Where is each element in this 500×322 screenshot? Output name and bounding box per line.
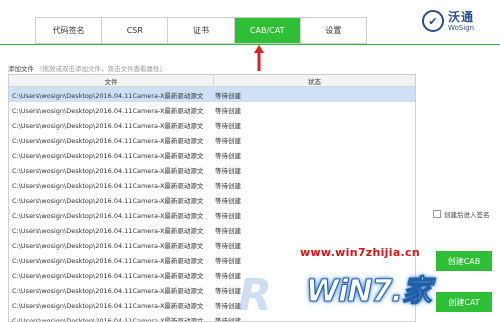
sign-after-create-label: 创建后进入签名 — [444, 211, 490, 219]
status-cell: 等待创建 — [215, 226, 241, 235]
add-file-label: 添加文件 （拖放或双击添加文件，双击文件查看属性） — [8, 63, 166, 73]
status-cell: 等待创建 — [215, 211, 241, 220]
status-cell: 等待创建 — [215, 316, 241, 322]
logo-name-cn: 沃通 — [448, 9, 475, 24]
file-path-cell: C:\Users\wosign\Desktop\2016.04.11Camera… — [12, 286, 204, 295]
wosign-logo: ✔ 沃通 WoSign — [422, 6, 488, 36]
status-cell: 等待创建 — [215, 121, 241, 130]
file-path-cell: C:\Users\wosign\Desktop\2016.04.11Camera… — [12, 136, 204, 145]
table-row[interactable]: C:\Users\wosign\Desktop\2016.04.11Camera… — [9, 87, 415, 102]
tab-code-signing[interactable]: 代码签名 — [36, 18, 103, 43]
sign-after-create-checkbox[interactable] — [433, 210, 441, 218]
red-arrow-annotation-icon — [254, 45, 264, 71]
watermark-win7-logo: WiN7.家 — [296, 258, 446, 310]
logo-text: 沃通 WoSign — [448, 11, 474, 32]
status-cell: 等待创建 — [215, 301, 241, 310]
tab-cab-cat[interactable]: CAB/CAT — [234, 18, 301, 43]
status-cell: 等待创建 — [215, 256, 241, 265]
file-path-cell: C:\Users\wosign\Desktop\2016.04.11Camera… — [12, 91, 204, 100]
file-path-cell: C:\Users\wosign\Desktop\2016.04.11Camera… — [12, 271, 204, 280]
wosign-check-icon: ✔ — [422, 10, 444, 32]
status-cell: 等待创建 — [215, 136, 241, 145]
table-row[interactable]: C:\Users\wosign\Desktop\2016.04.11Camera… — [9, 102, 415, 117]
table-row[interactable]: C:\Users\wosign\Desktop\2016.04.11Camera… — [9, 192, 415, 207]
status-cell: 等待创建 — [215, 286, 241, 295]
table-header: 文件 状态 — [9, 75, 415, 87]
file-path-cell: C:\Users\wosign\Desktop\2016.04.11Camera… — [12, 241, 204, 250]
status-cell: 等待创建 — [215, 241, 241, 250]
file-path-cell: C:\Users\wosign\Desktop\2016.04.11Camera… — [12, 226, 204, 235]
tab-settings[interactable]: 设置 — [301, 18, 366, 43]
add-file-title: 添加文件 — [8, 65, 34, 73]
table-row[interactable]: C:\Users\wosign\Desktop\2016.04.11Camera… — [9, 177, 415, 192]
table-row[interactable]: C:\Users\wosign\Desktop\2016.04.11Camera… — [9, 207, 415, 222]
file-path-cell: C:\Users\wosign\Desktop\2016.04.11Camera… — [12, 151, 204, 160]
tab-bar: 代码签名 CSR 证书 CAB/CAT 设置 — [35, 17, 367, 44]
status-cell: 等待创建 — [215, 166, 241, 175]
table-row[interactable]: C:\Users\wosign\Desktop\2016.04.11Camera… — [9, 117, 415, 132]
table-row[interactable]: C:\Users\wosign\Desktop\2016.04.11Camera… — [9, 132, 415, 147]
file-path-cell: C:\Users\wosign\Desktop\2016.04.11Camera… — [12, 256, 204, 265]
file-path-cell: C:\Users\wosign\Desktop\2016.04.11Camera… — [12, 181, 204, 190]
watermark-logo-text: WiN7.家 — [306, 274, 433, 310]
file-path-cell: C:\Users\wosign\Desktop\2016.04.11Camera… — [12, 316, 204, 322]
status-cell: 等待创建 — [215, 151, 241, 160]
status-cell: 等待创建 — [215, 106, 241, 115]
logo-name-en: WoSign — [448, 23, 475, 32]
table-row[interactable]: C:\Users\wosign\Desktop\2016.04.11Camera… — [9, 312, 415, 322]
table-row[interactable]: C:\Users\wosign\Desktop\2016.04.11Camera… — [9, 162, 415, 177]
status-cell: 等待创建 — [215, 181, 241, 190]
tab-csr[interactable]: CSR — [102, 18, 169, 43]
file-path-cell: C:\Users\wosign\Desktop\2016.04.11Camera… — [12, 166, 204, 175]
tab-certificate[interactable]: 证书 — [168, 18, 235, 43]
column-header-status[interactable]: 状态 — [214, 75, 415, 86]
file-path-cell: C:\Users\wosign\Desktop\2016.04.11Camera… — [12, 211, 204, 220]
table-row[interactable]: C:\Users\wosign\Desktop\2016.04.11Camera… — [9, 147, 415, 162]
file-path-cell: C:\Users\wosign\Desktop\2016.04.11Camera… — [12, 121, 204, 130]
column-header-file[interactable]: 文件 — [9, 75, 214, 86]
file-path-cell: C:\Users\wosign\Desktop\2016.04.11Camera… — [12, 106, 204, 115]
status-cell: 等待创建 — [215, 91, 241, 100]
file-path-cell: C:\Users\wosign\Desktop\2016.04.11Camera… — [12, 301, 204, 310]
status-cell: 等待创建 — [215, 271, 241, 280]
file-path-cell: C:\Users\wosign\Desktop\2016.04.11Camera… — [12, 196, 204, 205]
header-divider — [0, 44, 500, 45]
table-row[interactable]: C:\Users\wosign\Desktop\2016.04.11Camera… — [9, 222, 415, 237]
sign-after-create-option[interactable]: 创建后进入签名 — [433, 209, 490, 219]
status-cell: 等待创建 — [215, 196, 241, 205]
add-file-hint: （拖放或双击添加文件，双击文件查看属性） — [36, 65, 166, 73]
